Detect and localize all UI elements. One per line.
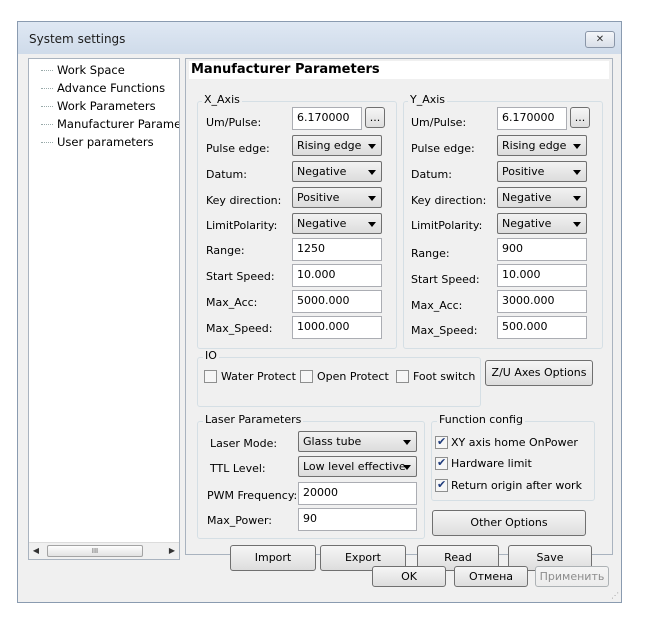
y-um-pulse-browse-button[interactable]: ...	[570, 107, 590, 128]
ttl-level-label: TTL Level:	[210, 462, 266, 475]
x-pulse-edge-select[interactable]: Rising edge	[292, 135, 382, 156]
max-power-label: Max_Power:	[207, 514, 273, 527]
y-datum-label: Datum:	[411, 168, 452, 181]
tree-item-user-parameters[interactable]: User parameters	[29, 133, 179, 151]
x-datum-label: Datum:	[206, 168, 247, 181]
y-max-speed-label: Max_Speed:	[411, 324, 478, 337]
x-limit-polarity-label: LimitPolarity:	[206, 219, 278, 232]
y-max-speed-input[interactable]: 500.000	[497, 316, 587, 339]
chevron-down-icon	[573, 222, 581, 227]
open-protect-label: Open Protect	[317, 370, 389, 383]
chevron-down-icon	[368, 222, 376, 227]
y-key-direction-label: Key direction:	[411, 194, 487, 207]
x-key-direction-select[interactable]: Positive	[292, 187, 382, 208]
return-origin-checkbox[interactable]	[435, 478, 448, 492]
chevron-down-icon	[368, 144, 376, 149]
ok-button[interactable]: OK	[372, 566, 446, 587]
cancel-button[interactable]: Отмена	[454, 566, 528, 587]
water-protect-label: Water Protect	[221, 370, 296, 383]
y-datum-select[interactable]: Positive	[497, 161, 587, 182]
hardware-limit-checkbox[interactable]	[435, 456, 448, 470]
tree-item-advance-functions[interactable]: Advance Functions	[29, 79, 179, 97]
resize-grip-icon[interactable]: ⋰	[611, 591, 619, 600]
y-start-speed-label: Start Speed:	[411, 273, 480, 286]
y-key-direction-select[interactable]: Negative	[497, 187, 587, 208]
y-axis-legend: Y_Axis	[408, 93, 448, 106]
x-um-pulse-browse-button[interactable]: ...	[365, 107, 385, 128]
x-datum-select[interactable]: Negative	[292, 161, 382, 182]
y-limit-polarity-label: LimitPolarity:	[411, 219, 483, 232]
laser-parameters-legend: Laser Parameters	[203, 413, 304, 426]
y-start-speed-input[interactable]: 10.000	[497, 264, 587, 287]
laser-mode-select[interactable]: Glass tube	[298, 431, 417, 452]
pwm-frequency-label: PWM Frequency:	[207, 489, 298, 502]
chevron-down-icon	[403, 440, 411, 445]
foot-switch-label: Foot switch	[413, 370, 476, 383]
x-max-speed-label: Max_Speed:	[206, 322, 273, 335]
y-max-acc-label: Max_Acc:	[411, 299, 463, 312]
apply-button[interactable]: Применить	[535, 566, 609, 587]
y-range-input[interactable]: 900	[497, 238, 587, 261]
function-config-legend: Function config	[437, 413, 525, 426]
foot-switch-checkbox[interactable]	[396, 370, 409, 383]
x-start-speed-input[interactable]: 10.000	[292, 264, 382, 287]
tree-item-work-space[interactable]: Work Space	[29, 61, 179, 79]
y-limit-polarity-select[interactable]: Negative	[497, 213, 587, 234]
chevron-down-icon	[403, 465, 411, 470]
y-max-acc-input[interactable]: 3000.000	[497, 290, 587, 313]
pwm-frequency-input[interactable]: 20000	[298, 482, 417, 505]
water-protect-checkbox[interactable]	[204, 370, 217, 383]
import-button[interactable]: Import	[230, 545, 316, 571]
tree-item-work-parameters[interactable]: Work Parameters	[29, 97, 179, 115]
x-limit-polarity-select[interactable]: Negative	[292, 213, 382, 234]
laser-mode-label: Laser Mode:	[210, 437, 278, 450]
x-max-acc-input[interactable]: 5000.000	[292, 290, 382, 313]
close-button[interactable]: ✕	[585, 31, 615, 48]
chevron-down-icon	[573, 196, 581, 201]
x-key-direction-label: Key direction:	[206, 194, 282, 207]
panel-title: Manufacturer Parameters	[189, 61, 609, 79]
x-max-speed-input[interactable]: 1000.000	[292, 316, 382, 339]
x-start-speed-label: Start Speed:	[206, 270, 275, 283]
chevron-down-icon	[368, 196, 376, 201]
x-um-pulse-label: Um/Pulse:	[206, 116, 262, 129]
xy-home-checkbox[interactable]	[435, 435, 448, 449]
tree-horizontal-scrollbar[interactable]: ◀ III ▶	[29, 542, 179, 559]
close-icon: ✕	[595, 34, 605, 45]
io-legend: IO	[203, 349, 219, 362]
xy-home-label: XY axis home OnPower	[451, 436, 578, 449]
return-origin-label: Return origin after work	[451, 479, 582, 492]
hardware-limit-label: Hardware limit	[451, 457, 532, 470]
y-um-pulse-label: Um/Pulse:	[411, 116, 467, 129]
chevron-down-icon	[573, 170, 581, 175]
x-axis-legend: X_Axis	[202, 93, 242, 106]
tree-item-manufacturer-parameters[interactable]: Manufacturer Paramet	[29, 115, 179, 133]
chevron-down-icon	[368, 170, 376, 175]
title-bar: System settings ✕	[18, 22, 621, 54]
y-pulse-edge-select[interactable]: Rising edge	[497, 135, 587, 156]
other-options-button[interactable]: Other Options	[432, 510, 586, 536]
y-pulse-edge-label: Pulse edge:	[411, 142, 475, 155]
x-range-label: Range:	[206, 244, 245, 257]
max-power-input[interactable]: 90	[298, 508, 417, 531]
x-max-acc-label: Max_Acc:	[206, 296, 258, 309]
y-um-pulse-input[interactable]: 6.170000	[497, 107, 567, 130]
scroll-right-icon[interactable]: ▶	[167, 546, 177, 556]
manufacturer-parameters-panel: Manufacturer Parameters X_Axis Um/Pulse:…	[185, 58, 613, 571]
x-pulse-edge-label: Pulse edge:	[206, 142, 270, 155]
scroll-left-icon[interactable]: ◀	[31, 546, 41, 556]
scroll-thumb[interactable]: III	[47, 545, 143, 557]
zu-axes-options-button[interactable]: Z/U Axes Options	[485, 360, 593, 386]
window-title: System settings	[29, 32, 126, 46]
system-settings-window: System settings ✕ Work Space Advance Fun…	[17, 21, 622, 603]
x-range-input[interactable]: 1250	[292, 238, 382, 261]
x-um-pulse-input[interactable]: 6.170000	[292, 107, 362, 130]
y-range-label: Range:	[411, 247, 450, 260]
ttl-level-select[interactable]: Low level effective	[298, 456, 417, 477]
chevron-down-icon	[573, 144, 581, 149]
settings-tree: Work Space Advance Functions Work Parame…	[28, 58, 180, 560]
open-protect-checkbox[interactable]	[300, 370, 313, 383]
